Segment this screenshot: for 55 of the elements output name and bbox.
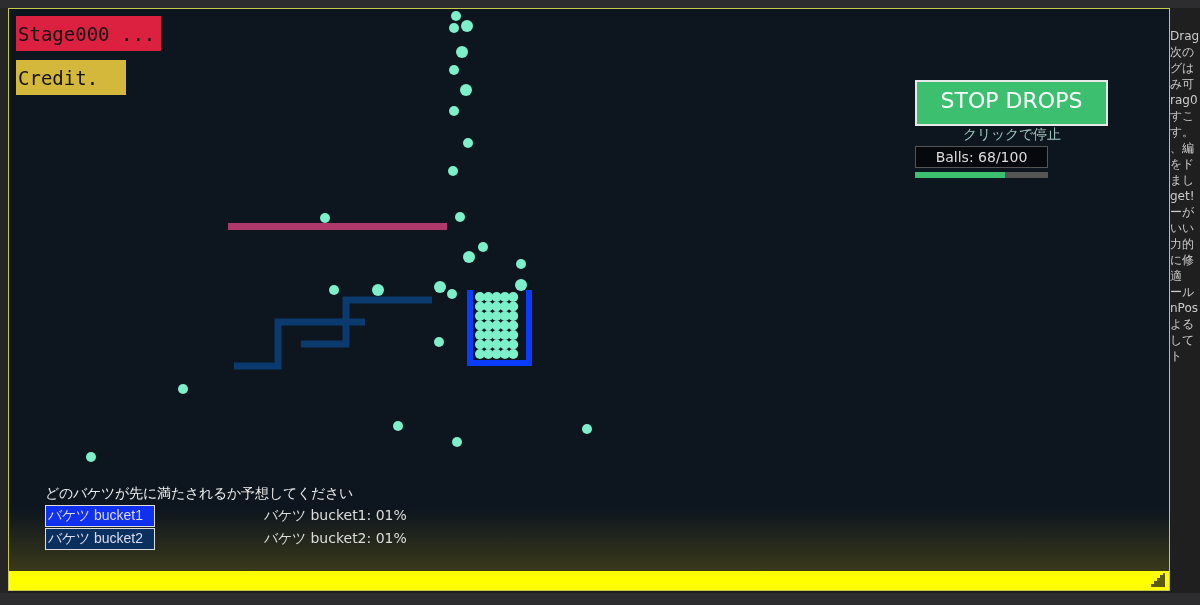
ball bbox=[178, 384, 188, 394]
panel-text: すこ bbox=[1170, 110, 1195, 122]
ball-pile-drawing bbox=[475, 292, 519, 359]
ball bbox=[434, 281, 446, 293]
panel-text: Drag bbox=[1170, 30, 1200, 42]
resize-grip-icon[interactable] bbox=[1151, 573, 1165, 587]
ball bbox=[463, 251, 475, 263]
panel-text: ーが bbox=[1170, 206, 1195, 218]
panel-text: 次の bbox=[1170, 46, 1195, 58]
panel-text: 適 bbox=[1170, 270, 1183, 282]
panel-text: get! bbox=[1170, 190, 1196, 202]
bucket-option[interactable]: バケツ bucket2 bbox=[45, 528, 155, 550]
credit-button[interactable]: Credit. bbox=[16, 60, 126, 95]
ball bbox=[449, 65, 459, 75]
panel-text: して bbox=[1170, 334, 1195, 346]
panel-text: み可 bbox=[1170, 78, 1195, 90]
panel-text: nPos bbox=[1170, 302, 1199, 314]
panel-text: よる bbox=[1170, 318, 1195, 330]
panel-text: まし bbox=[1170, 174, 1195, 186]
ball bbox=[448, 166, 458, 176]
panel-text: す。 bbox=[1170, 126, 1195, 138]
ball bbox=[455, 212, 465, 222]
ball bbox=[461, 20, 473, 32]
balls-counter: Balls: 68/100 bbox=[915, 146, 1048, 168]
ball bbox=[393, 421, 403, 431]
panel-text: 、編 bbox=[1170, 142, 1195, 154]
stage-button[interactable]: Stage000 ... bbox=[16, 16, 161, 51]
ball bbox=[582, 424, 592, 434]
button-subtitle: クリックで停止 bbox=[961, 126, 1062, 144]
ball bbox=[516, 259, 526, 269]
panel-text: rag0 bbox=[1170, 94, 1199, 106]
panel-text: 力的 bbox=[1170, 238, 1195, 250]
bucket-stat: バケツ bucket2: 01% bbox=[264, 530, 407, 548]
ball bbox=[320, 213, 330, 223]
ball bbox=[447, 289, 457, 299]
bucket-option[interactable]: バケツ bucket1 bbox=[45, 505, 155, 527]
ball bbox=[434, 337, 444, 347]
ball bbox=[456, 46, 468, 58]
ball bbox=[460, 84, 472, 96]
panel-text: に修 bbox=[1170, 254, 1195, 266]
ball bbox=[463, 138, 473, 148]
panel-text: ト bbox=[1170, 350, 1183, 362]
panel-text: いい bbox=[1170, 222, 1195, 234]
panel-text: ール bbox=[1170, 286, 1195, 298]
ball bbox=[86, 452, 96, 462]
ball bbox=[372, 284, 384, 296]
panel-text: をド bbox=[1170, 158, 1195, 170]
prompt-text: どのバケツが先に満たされるか予想してください bbox=[45, 485, 353, 503]
ball bbox=[515, 279, 527, 291]
panel-text: グは bbox=[1170, 62, 1195, 74]
bucket-stat: バケツ bucket1: 01% bbox=[264, 507, 407, 525]
ball bbox=[478, 242, 488, 252]
ball bbox=[452, 437, 462, 447]
ball bbox=[449, 106, 459, 116]
ball bbox=[329, 285, 339, 295]
